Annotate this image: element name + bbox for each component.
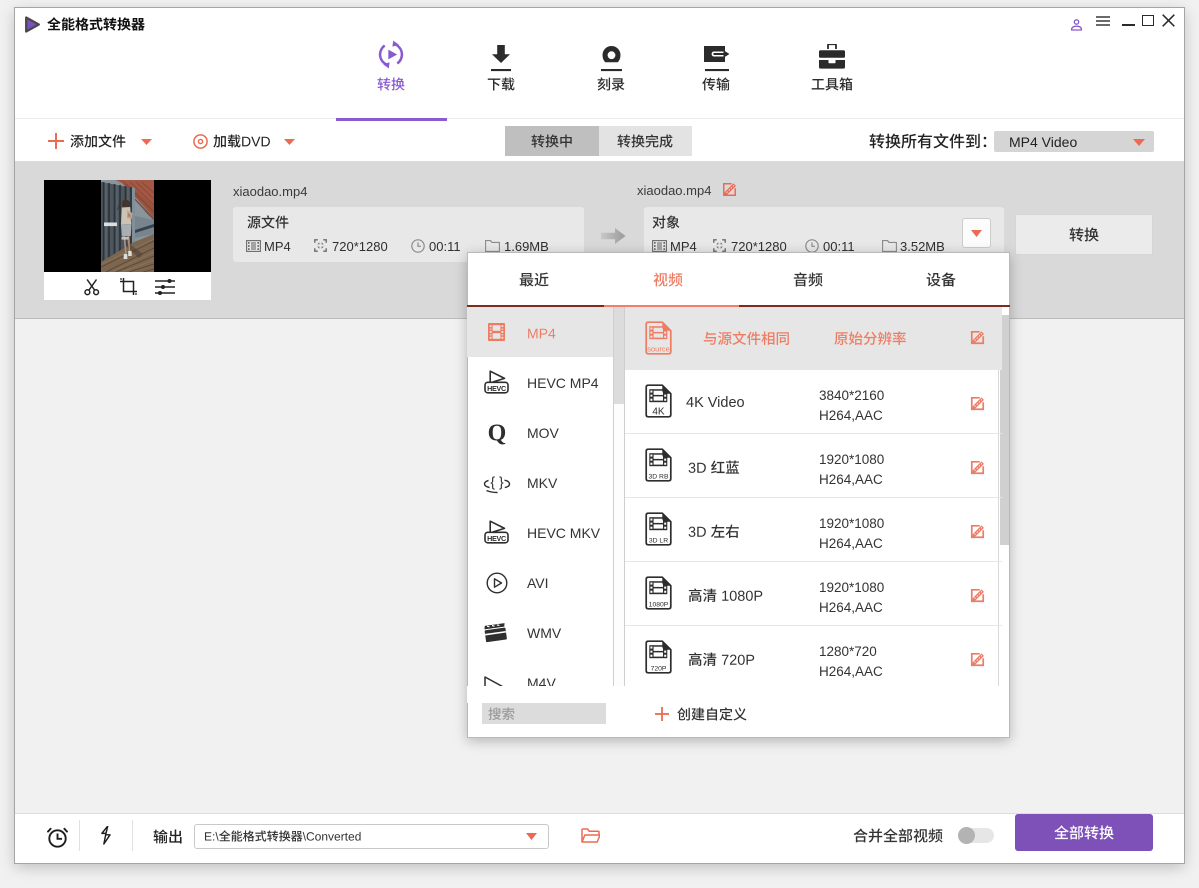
svg-text:{ }: { } — [490, 474, 504, 490]
svg-text:source: source — [647, 345, 670, 354]
svg-text:3D LR: 3D LR — [649, 538, 668, 545]
svg-text:3D RB: 3D RB — [648, 474, 668, 481]
svg-text:Q: Q — [488, 421, 507, 445]
svg-text:1080P: 1080P — [649, 602, 669, 609]
svg-text:HEVC: HEVC — [487, 534, 506, 543]
svg-text:720P: 720P — [651, 666, 667, 673]
svg-text:4K: 4K — [652, 407, 665, 418]
svg-text:HEVC: HEVC — [487, 384, 506, 393]
